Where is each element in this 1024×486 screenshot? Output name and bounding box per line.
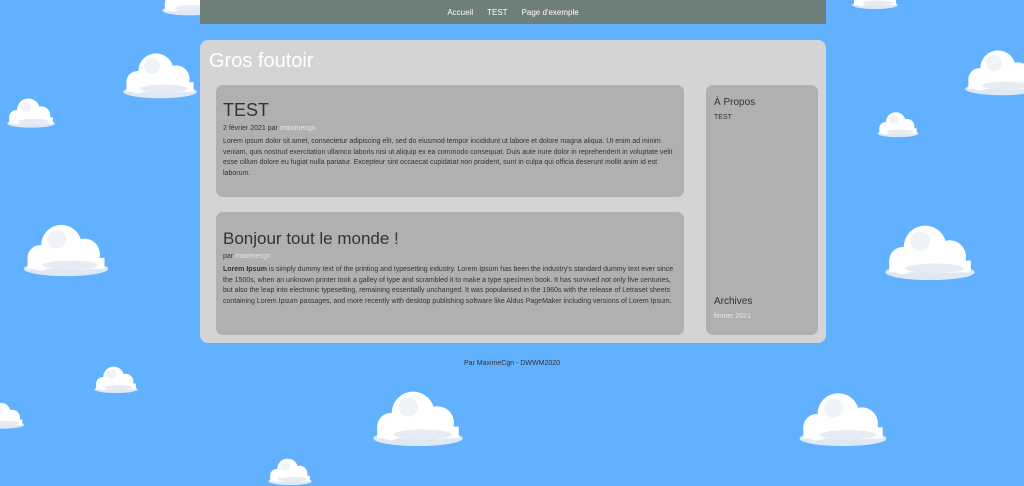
- post-by: par: [223, 253, 234, 260]
- post-title[interactable]: TEST: [223, 85, 677, 121]
- post-excerpt-bold: Lorem Ipsum: [223, 266, 267, 273]
- archives-heading: Archives: [714, 296, 753, 307]
- sidebar-archives: Archives février 2021: [714, 296, 752, 320]
- cloud-icon: [965, 50, 1024, 96]
- post-meta: par maximecgn: [223, 253, 677, 260]
- post-author-link[interactable]: maximecgn: [235, 253, 271, 260]
- sidebar: À Propos TEST Archives février 2021: [706, 85, 818, 335]
- cloud-icon: [852, 0, 898, 9]
- post-card: Bonjour tout le monde ! par maximecgn Lo…: [216, 212, 684, 335]
- post-by: par: [267, 125, 278, 132]
- post-meta: 2 février 2021 par maximecgn: [223, 125, 677, 132]
- post-author-link[interactable]: maximecgn: [280, 125, 316, 132]
- cloud-icon: [268, 458, 312, 486]
- about-heading: À Propos: [714, 97, 756, 108]
- footer-text: Par MaximeCgn - DWWM2020: [463, 360, 561, 367]
- nav-item-page-exemple[interactable]: Page d'exemple: [522, 8, 579, 17]
- post-date: 2 février 2021: [223, 125, 266, 132]
- cloud-icon: [373, 391, 463, 447]
- post-title[interactable]: Bonjour tout le monde !: [223, 212, 677, 249]
- main-panel: Gros foutoir TEST 2 février 2021 par max…: [200, 40, 826, 343]
- cloud-icon: [23, 224, 109, 277]
- post-excerpt-text: is simply dummy text of the printing and…: [223, 266, 674, 305]
- cloud-icon: [799, 393, 887, 447]
- post-card: TEST 2 février 2021 par maximecgn Lorem …: [216, 85, 684, 197]
- top-navigation: Accueil TEST Page d'exemple: [200, 0, 826, 24]
- post-excerpt: Lorem Ipsum is simply dummy text of the …: [223, 265, 677, 307]
- cloud-icon: [0, 402, 25, 429]
- nav-item-accueil[interactable]: Accueil: [447, 8, 473, 17]
- cloud-icon: [123, 53, 197, 99]
- archive-link-feb-2021[interactable]: février 2021: [714, 313, 752, 320]
- sidebar-about: À Propos TEST: [714, 97, 755, 121]
- cloud-icon: [877, 112, 919, 138]
- about-text: TEST: [714, 114, 732, 121]
- site-title[interactable]: Gros foutoir: [209, 50, 313, 73]
- cloud-icon: [7, 98, 55, 128]
- nav-item-test[interactable]: TEST: [487, 8, 507, 17]
- cloud-icon: [885, 225, 975, 281]
- post-excerpt: Lorem ipsum dolor sit amet, consectetur …: [223, 138, 673, 177]
